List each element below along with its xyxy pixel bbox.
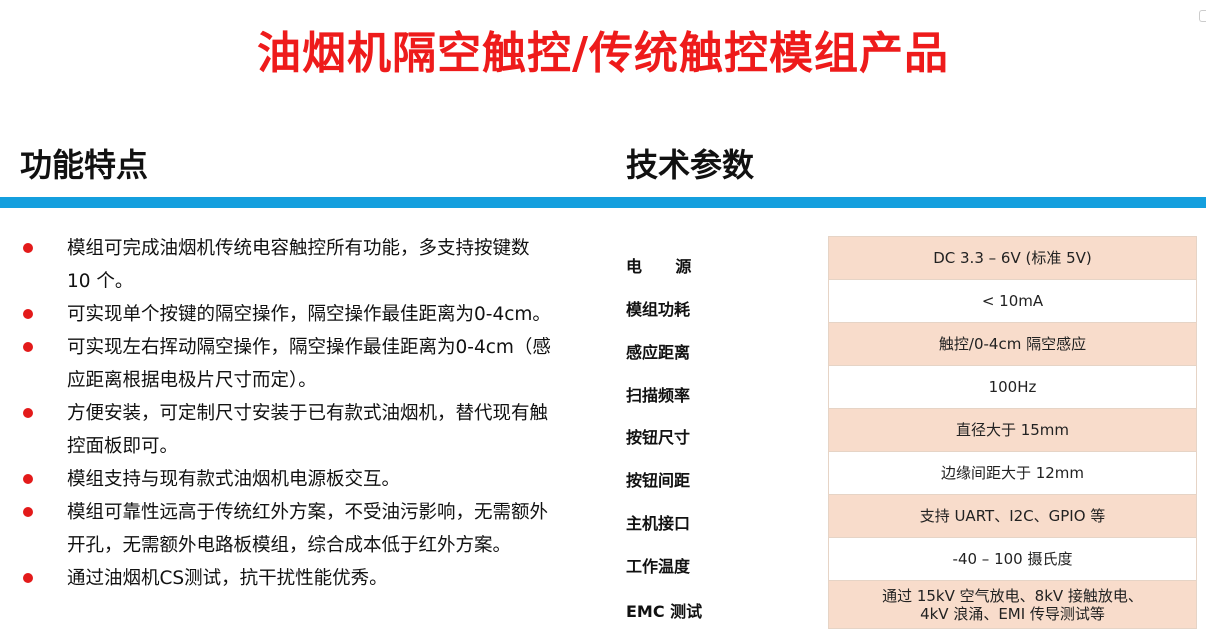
feature-text-cont: 控面板即可。 [67,436,179,457]
feature-item: 模组可完成油烟机传统电容触控所有功能，多支持按键数 10 个。 [20,232,600,298]
spec-value-line2: 4kV 浪涌、EMI 传导测试等 [920,604,1105,623]
spec-label-scan-rate: 扫描频率 [626,386,691,405]
feature-item: 通过油烟机CS测试，抗干扰性能优秀。 [20,562,600,595]
feature-item: 模组支持与现有款式油烟机电源板交互。 [20,463,600,496]
bullet-dot-icon [23,243,33,253]
feature-text: 方便安装，可定制尺寸安装于已有款式油烟机，替代现有触 [67,403,549,424]
features-list: 模组可完成油烟机传统电容触控所有功能，多支持按键数 10 个。 可实现单个按键的隔… [20,232,600,595]
features-heading: 功能特点 [20,146,149,184]
bullet-dot-icon [23,474,33,484]
feature-text: 可实现单个按键的隔空操作，隔空操作最佳距离为0-4cm。 [67,304,551,325]
feature-text-cont: 应距离根据电极片尺寸而定）。 [67,370,317,391]
feature-text: 通过油烟机CS测试，抗干扰性能优秀。 [67,568,388,589]
feature-item: 方便安装，可定制尺寸安装于已有款式油烟机，替代现有触 控面板即可。 [20,397,600,463]
spec-value: 支持 UART、I2C、GPIO 等 [828,494,1197,538]
spec-values-table: DC 3.3 – 6V (标准 5V) < 10mA 触控/0-4cm 隔空感应… [828,236,1197,629]
bullet-dot-icon [23,507,33,517]
specs-heading: 技术参数 [626,146,755,184]
spec-label-consumption: 模组功耗 [626,300,691,319]
spec-label-button-size: 按钮尺寸 [626,428,691,447]
table-row: 边缘间距大于 12mm [828,451,1197,495]
feature-item: 模组可靠性远高于传统红外方案，不受油污影响，无需额外 开孔，无需额外电路板模组，综… [20,496,600,562]
bullet-dot-icon [23,309,33,319]
spec-value: DC 3.3 – 6V (标准 5V) [828,236,1197,280]
spec-value: 触控/0-4cm 隔空感应 [828,322,1197,366]
spec-value-line1: 通过 15kV 空气放电、8kV 接触放电、 [882,586,1143,605]
window-corner-handle [1199,10,1206,22]
page-title: 油烟机隔空触控/传统触控模组产品 [256,28,950,79]
feature-text: 模组可靠性远高于传统红外方案，不受油污影响，无需额外 [67,502,549,523]
feature-text-cont: 10 个。 [67,271,134,292]
spec-value: 直径大于 15mm [828,408,1197,452]
table-row: -40 – 100 摄氏度 [828,537,1197,581]
feature-text: 可实现左右挥动隔空操作，隔空操作最佳距离为0-4cm（感 [67,337,551,358]
bullet-dot-icon [23,408,33,418]
slide-page: 油烟机隔空触控/传统触控模组产品 功能特点 技术参数 模组可完成油烟机传统电容触… [0,0,1206,642]
spec-value: 通过 15kV 空气放电、8kV 接触放电、 4kV 浪涌、EMI 传导测试等 [828,580,1197,629]
table-row: DC 3.3 – 6V (标准 5V) [828,236,1197,280]
feature-text: 模组可完成油烟机传统电容触控所有功能，多支持按键数 [67,238,530,259]
feature-item: 可实现单个按键的隔空操作，隔空操作最佳距离为0-4cm。 [20,298,600,331]
spec-label-button-spacing: 按钮间距 [626,471,691,490]
table-row: 通过 15kV 空气放电、8kV 接触放电、 4kV 浪涌、EMI 传导测试等 [828,580,1197,629]
section-divider [0,197,1206,208]
spec-value: 边缘间距大于 12mm [828,451,1197,495]
spec-label-temperature: 工作温度 [626,557,691,576]
bullet-dot-icon [23,573,33,583]
spec-value: -40 – 100 摄氏度 [828,537,1197,581]
table-row: 直径大于 15mm [828,408,1197,452]
feature-item: 可实现左右挥动隔空操作，隔空操作最佳距离为0-4cm（感 应距离根据电极片尺寸而定… [20,331,600,397]
spec-value: 100Hz [828,365,1197,409]
feature-text: 模组支持与现有款式油烟机电源板交互。 [67,469,401,490]
spec-label-emc: EMC 测试 [626,602,703,621]
table-row: 触控/0-4cm 隔空感应 [828,322,1197,366]
spec-label-power: 电 源 [626,257,692,276]
bullet-dot-icon [23,342,33,352]
spec-value: < 10mA [828,279,1197,323]
table-row: 支持 UART、I2C、GPIO 等 [828,494,1197,538]
spec-label-distance: 感应距离 [626,343,691,362]
table-row: < 10mA [828,279,1197,323]
table-row: 100Hz [828,365,1197,409]
feature-text-cont: 开孔，无需额外电路板模组，综合成本低于红外方案。 [67,535,512,556]
spec-label-host-interface: 主机接口 [626,514,691,533]
